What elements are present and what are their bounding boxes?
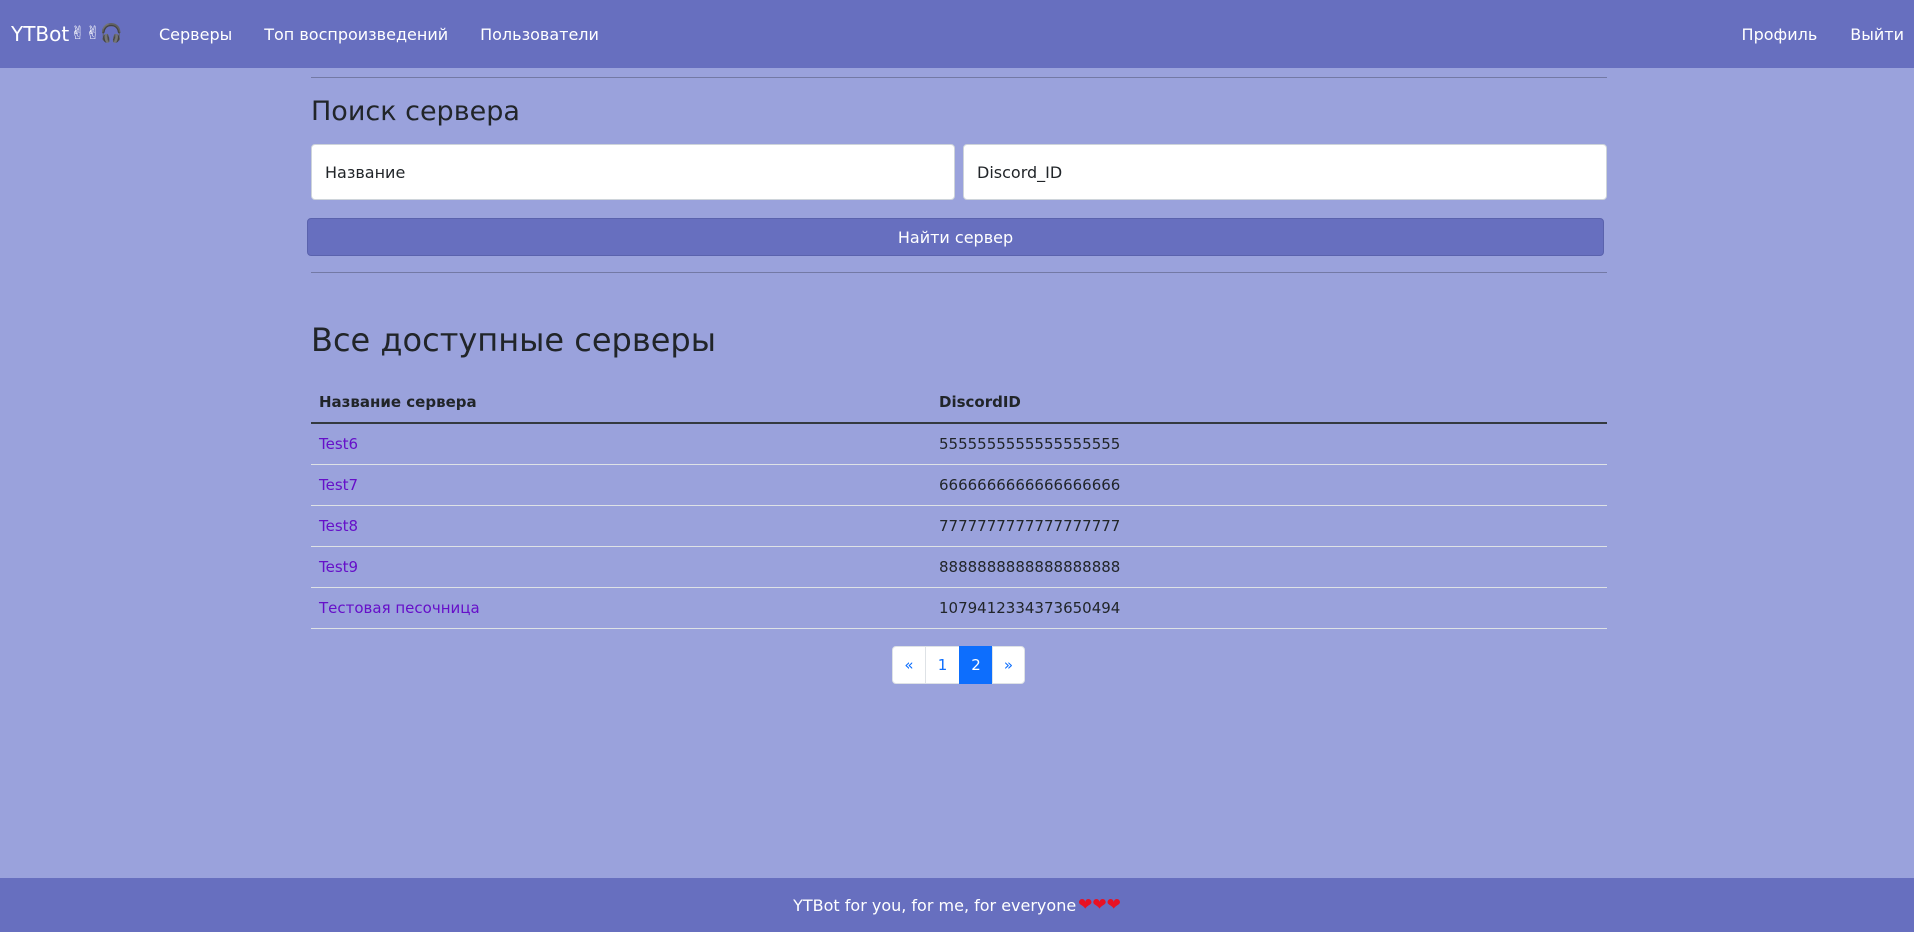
table-header-row: Название сервера DiscordID: [311, 382, 1607, 424]
nav-link-top-plays[interactable]: Топ воспроизведений: [264, 25, 448, 44]
server-name-input[interactable]: [311, 144, 955, 200]
column-header-discord-id: DiscordID: [931, 382, 1607, 424]
servers-list-title: Все доступные серверы: [311, 321, 716, 359]
server-link[interactable]: Test8: [319, 517, 358, 535]
brand-name: YTBot: [11, 22, 70, 46]
pagination-page-1[interactable]: 1: [925, 646, 960, 684]
navbar: YTBot ✌✌🎧 Серверы Топ воспроизведений По…: [0, 0, 1914, 68]
pagination-next-button[interactable]: »: [992, 646, 1025, 684]
server-link[interactable]: Test9: [319, 558, 358, 576]
nav-link-profile[interactable]: Профиль: [1742, 25, 1818, 44]
table-row: Test7 6666666666666666666: [311, 464, 1607, 506]
nav-links: Серверы Топ воспроизведений Пользователи: [159, 0, 631, 68]
discord-id-input[interactable]: [963, 144, 1607, 200]
divider-top: [311, 77, 1607, 78]
divider-bottom: [311, 272, 1607, 273]
brand-logo[interactable]: YTBot ✌✌🎧: [11, 20, 123, 48]
table-row: Test8 7777777777777777777: [311, 505, 1607, 547]
footer-text: YTBot for you, for me, for everyone: [793, 895, 1077, 915]
nav-link-logout[interactable]: Выйти: [1850, 25, 1904, 44]
discord-id-cell: 5555555555555555555: [931, 423, 1607, 465]
discord-id-cell: 1079412334373650494: [931, 587, 1607, 629]
server-link[interactable]: Test7: [319, 476, 358, 494]
search-title: Поиск сервера: [311, 96, 520, 127]
pagination-prev-button[interactable]: «: [892, 646, 926, 684]
pagination: « 1 2 »: [892, 646, 1025, 684]
server-link[interactable]: Тестовая песочница: [319, 599, 480, 617]
brand-emoji-icon: ✌✌🎧: [70, 23, 123, 44]
pagination-page-2-active[interactable]: 2: [959, 646, 993, 684]
table-row: Test6 5555555555555555555: [311, 423, 1607, 465]
discord-id-cell: 6666666666666666666: [931, 464, 1607, 506]
column-header-server-name: Название сервера: [311, 382, 931, 424]
table-row: Тестовая песочница 1079412334373650494: [311, 587, 1607, 629]
servers-table: Название сервера DiscordID Test6 5555555…: [311, 382, 1607, 629]
footer: YTBot for you, for me, for everyone ❤❤❤: [0, 878, 1914, 932]
nav-link-servers[interactable]: Серверы: [159, 25, 232, 44]
heart-icon: ❤❤❤: [1078, 895, 1121, 915]
server-link[interactable]: Test6: [319, 435, 358, 453]
find-server-button[interactable]: Найти сервер: [307, 218, 1604, 256]
table-row: Test9 8888888888888888888: [311, 546, 1607, 588]
nav-link-users[interactable]: Пользователи: [480, 25, 599, 44]
discord-id-cell: 7777777777777777777: [931, 505, 1607, 547]
nav-user-links: Профиль Выйти: [1709, 0, 1904, 68]
discord-id-cell: 8888888888888888888: [931, 546, 1607, 588]
